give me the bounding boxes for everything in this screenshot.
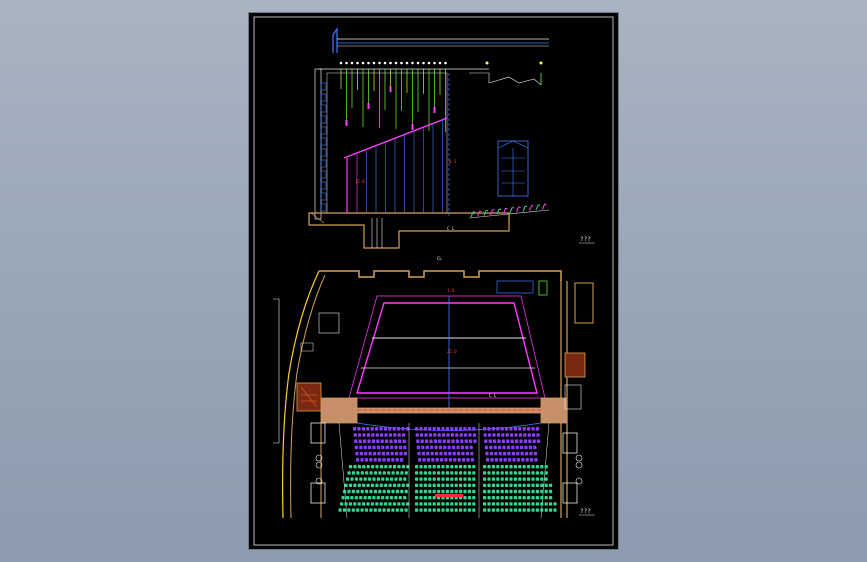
- section-centerline-label: C L: [447, 226, 455, 231]
- drawing-sheet: 12.0 8.5 C L ??? CL 1.8 25.0 C L ???: [249, 13, 618, 549]
- svg-text:25.0: 25.0: [447, 349, 457, 354]
- theater-floor-plan: CL 1.8 25.0 C L ???: [273, 256, 595, 519]
- cad-drawing: 12.0 8.5 C L ??? CL 1.8 25.0 C L ???: [253, 16, 614, 546]
- plan-title: ???: [580, 508, 591, 515]
- svg-text:12.0: 12.0: [355, 179, 365, 184]
- section-title: ???: [580, 236, 591, 243]
- plan-centerline-mark: CL: [437, 256, 442, 261]
- stair-tower: [497, 140, 529, 197]
- stage-section-view: 12.0 8.5 C L ???: [308, 27, 595, 249]
- audience-seating: [338, 423, 557, 518]
- fly-bars: [339, 61, 543, 132]
- svg-text:8.5: 8.5: [449, 159, 457, 164]
- svg-text:1.8: 1.8: [447, 288, 455, 293]
- plan-centerline-label: C L: [489, 393, 497, 398]
